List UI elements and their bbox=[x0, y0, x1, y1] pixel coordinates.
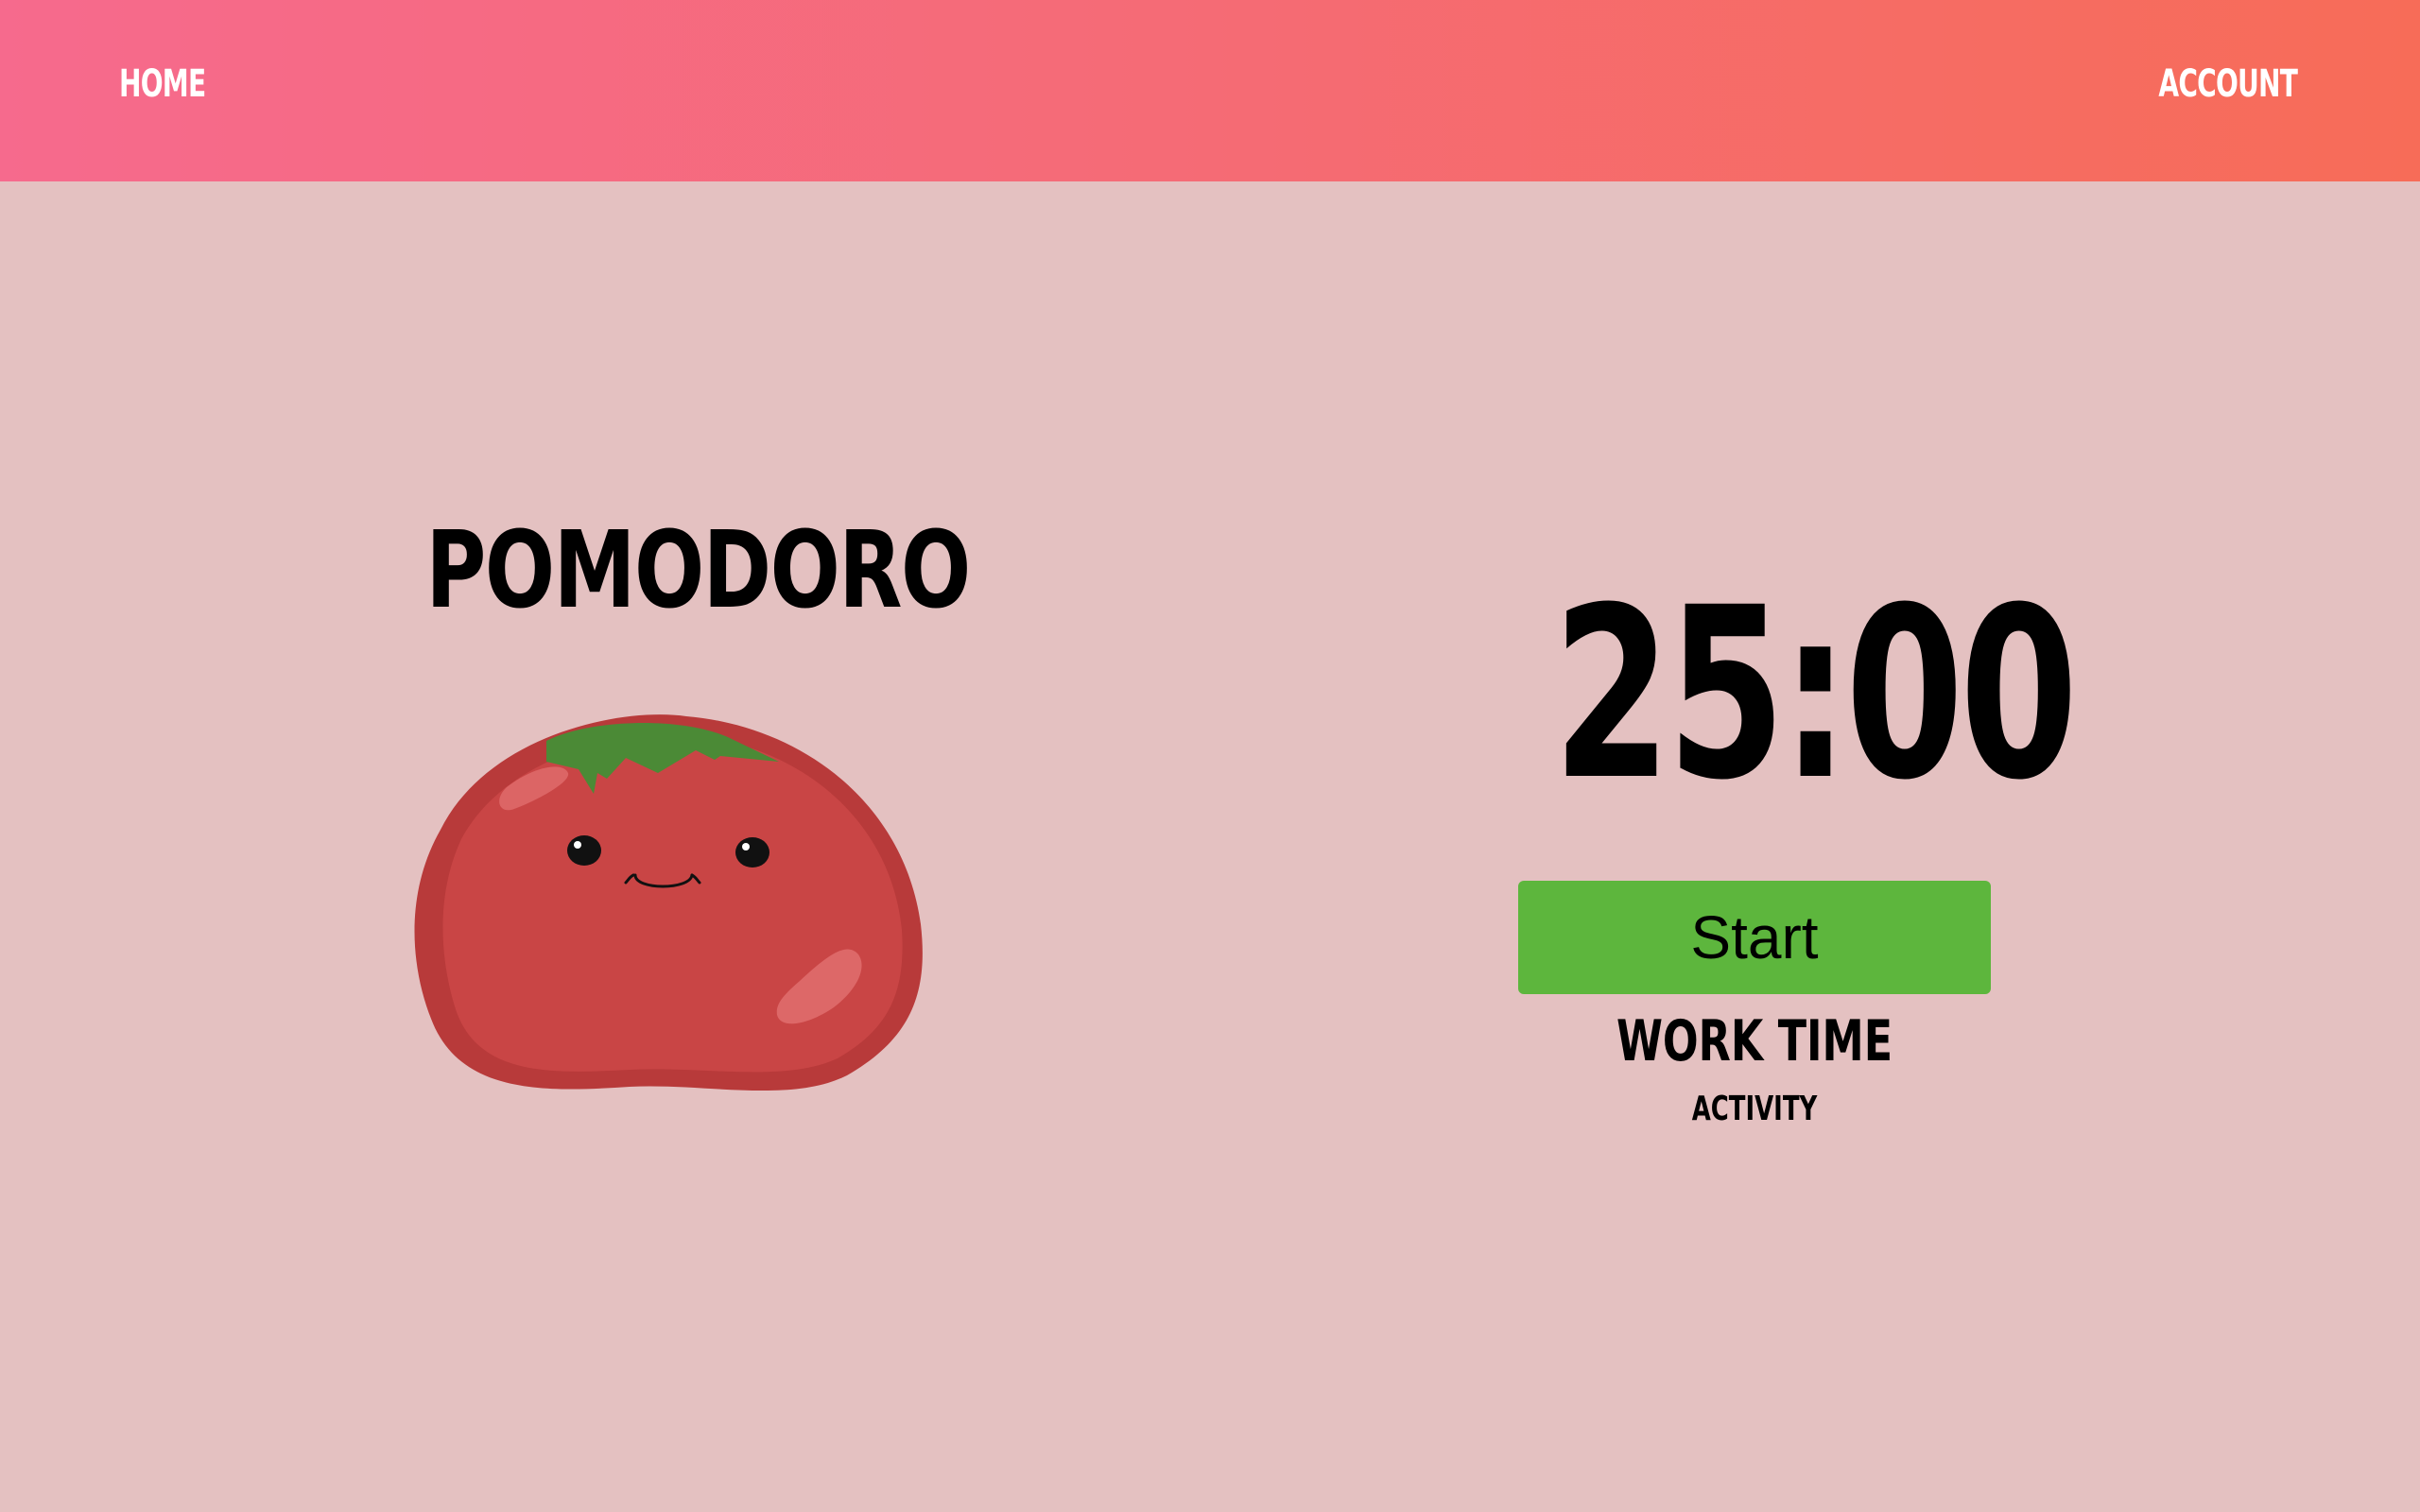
tomato-mascot-icon bbox=[414, 714, 923, 1091]
mode-label: WORK TIME bbox=[1616, 1008, 1893, 1074]
page-title: POMODORO bbox=[425, 509, 971, 632]
activity-link[interactable]: ACTIVITY bbox=[1584, 1092, 1925, 1126]
top-navbar: HOME ACCOUNT bbox=[0, 0, 2420, 181]
nav-account-link[interactable]: ACCOUNT bbox=[2158, 62, 2298, 106]
tomato-eye bbox=[735, 837, 769, 868]
nav-home-link[interactable]: HOME bbox=[119, 62, 206, 106]
timer-display: 25:00 bbox=[1552, 557, 2079, 832]
start-button[interactable]: Start bbox=[1518, 881, 1991, 994]
tomato-eye bbox=[567, 835, 601, 866]
